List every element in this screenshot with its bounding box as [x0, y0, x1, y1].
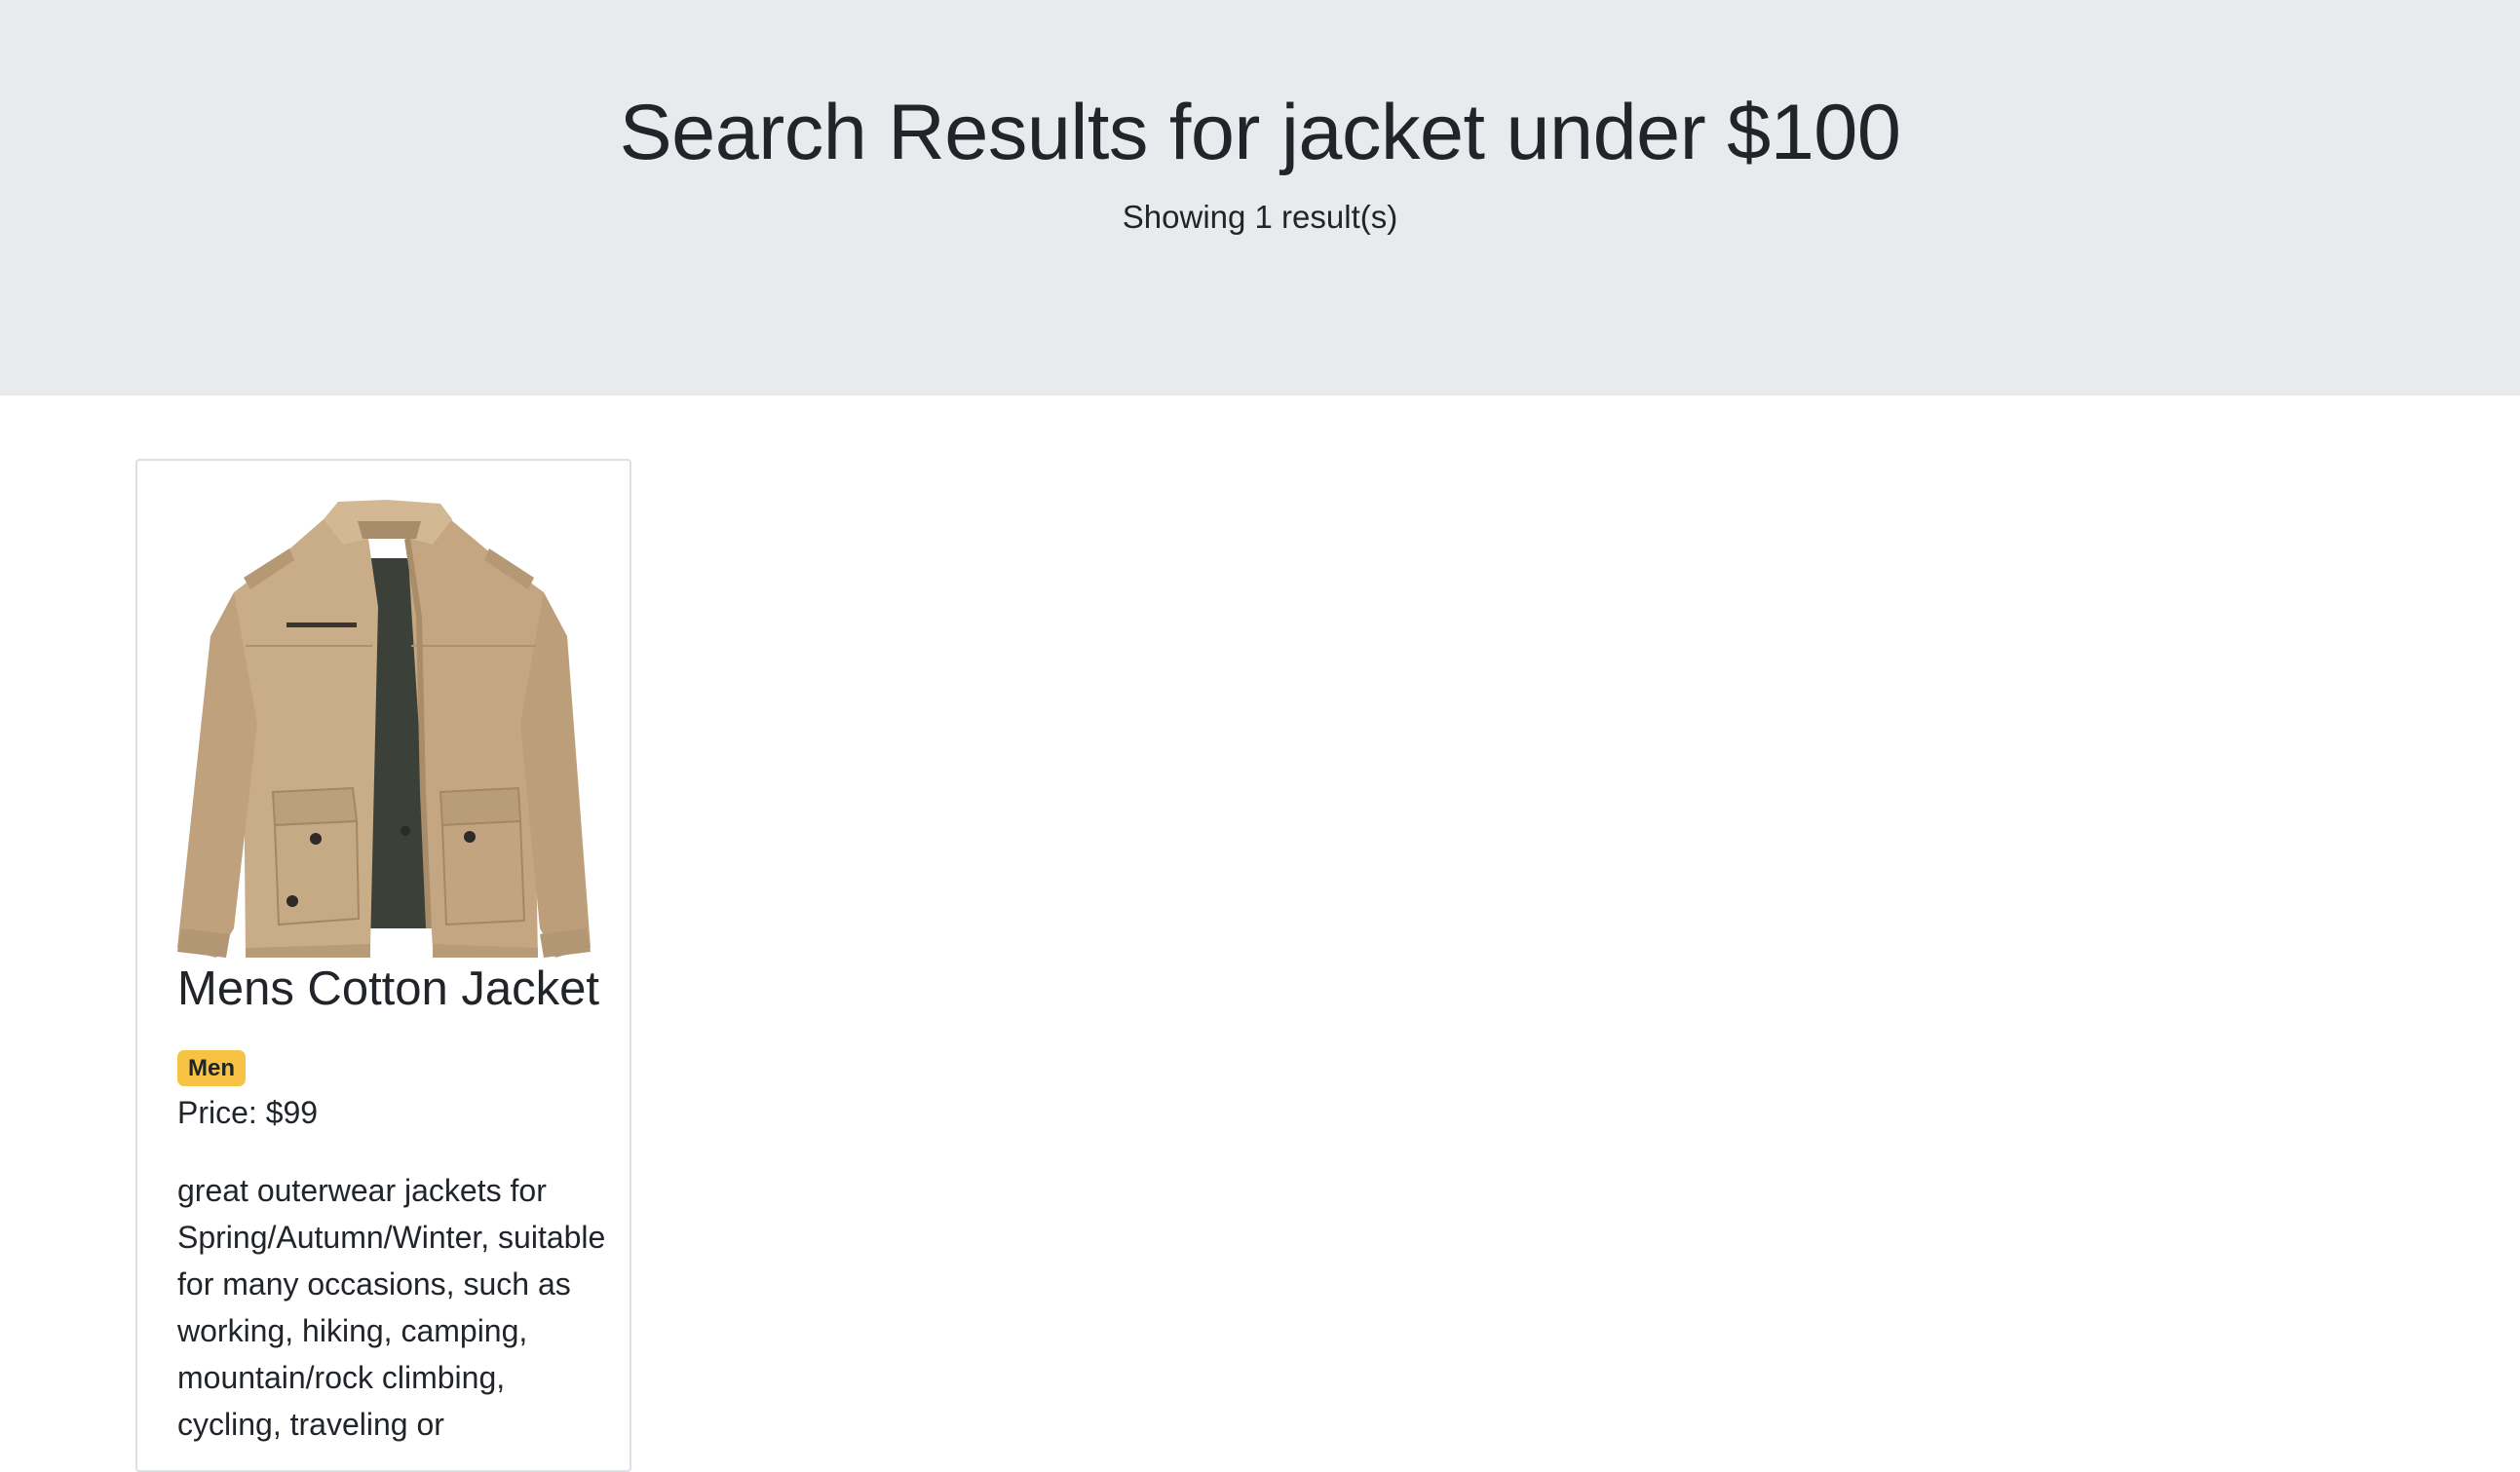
product-name[interactable]: Mens Cotton Jacket: [177, 961, 626, 1017]
page-title: Search Results for jacket under $100: [619, 89, 1901, 176]
category-badge: Men: [177, 1050, 246, 1086]
product-image[interactable]: [177, 500, 591, 958]
product-description: great outerwear jackets for Spring/Autum…: [177, 1173, 606, 1442]
khaki-jacket-image: [177, 500, 591, 958]
product-card[interactable]: Mens Cotton Jacket Men Price: $99 great …: [135, 459, 631, 1472]
product-price: Price: $99: [177, 1095, 319, 1130]
result-count: Showing 1 result(s): [1122, 199, 1398, 235]
search-header: Search Results for jacket under $100 Sho…: [0, 0, 2520, 396]
